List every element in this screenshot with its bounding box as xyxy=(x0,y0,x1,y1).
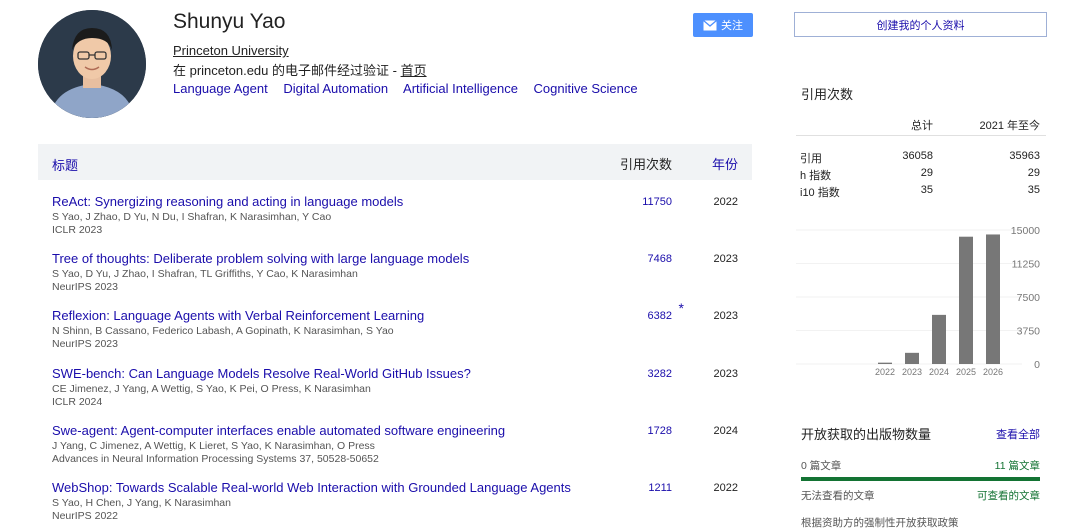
article-authors: N Shinn, B Cassano, Federico Labash, A G… xyxy=(52,325,394,337)
x-tick-label: 2022 xyxy=(875,367,895,377)
funding-mandate-note: 根据资助方的强制性开放获取政策 xyxy=(801,517,959,529)
article-authors: S Yao, H Chen, J Yang, K Narasimhan xyxy=(52,497,231,509)
unavailable-count[interactable]: 0 篇文章 xyxy=(801,458,841,473)
view-all-link[interactable]: 查看全部 xyxy=(996,426,1040,442)
article-venue: NeurIPS 2023 xyxy=(52,281,118,293)
interest-language-agent[interactable]: Language Agent xyxy=(173,81,268,96)
unavailable-label: 无法查看的文章 xyxy=(801,490,875,502)
article-cites-link[interactable]: 1728 xyxy=(648,425,672,437)
article-venue: Advances in Neural Information Processin… xyxy=(52,453,379,465)
metric-all: 29 xyxy=(920,167,933,179)
table-row: Swe-agent: Agent-computer interfaces ena… xyxy=(38,423,752,480)
metric-all: 35 xyxy=(920,184,933,196)
article-title-link[interactable]: SWE-bench: Can Language Models Resolve R… xyxy=(52,366,471,381)
follow-label: 关注 xyxy=(721,20,743,32)
article-year: 2024 xyxy=(713,425,738,437)
create-profile-button[interactable]: 创建我的个人资料 xyxy=(794,12,1047,37)
interest-digital-automation[interactable]: Digital Automation xyxy=(283,81,388,96)
x-tick-label: 2024 xyxy=(929,367,949,377)
table-row: WebShop: Towards Scalable Real-world Web… xyxy=(38,480,752,529)
col-all-header: 总计 xyxy=(911,120,933,132)
x-tick-label: 2026 xyxy=(983,367,1003,377)
metric-since: 29 xyxy=(1027,167,1040,179)
article-title-link[interactable]: WebShop: Towards Scalable Real-world Web… xyxy=(52,480,571,495)
citations-chart: 15000 11250 7500 3750 0 2022 2023 2024 2025 2026 xyxy=(796,225,1041,377)
article-venue: ICLR 2023 xyxy=(52,224,103,236)
table-row: h 指数 29 29 xyxy=(796,164,1046,182)
article-authors: S Yao, D Yu, J Zhao, I Shafran, TL Griff… xyxy=(52,268,358,280)
article-year: 2023 xyxy=(713,253,738,265)
article-venue: ICLR 2024 xyxy=(52,396,103,408)
article-authors: J Yang, C Jimenez, A Wettig, K Lieret, S… xyxy=(52,440,375,452)
article-year: 2022 xyxy=(713,482,738,494)
available-label: 可查看的文章 xyxy=(977,490,1040,502)
article-year: 2022 xyxy=(713,196,738,208)
merged-citations-star[interactable]: * xyxy=(679,300,684,316)
cited-by-header: 总计 2021 年至今 xyxy=(796,110,1046,136)
article-cites-link[interactable]: 6382 xyxy=(648,310,672,322)
profile-name: Shunyu Yao xyxy=(173,10,286,33)
article-title-link[interactable]: Tree of thoughts: Deliberate problem sol… xyxy=(52,251,469,266)
mail-icon xyxy=(703,19,717,30)
open-access-bar-fill xyxy=(801,477,1040,481)
bar-2023[interactable] xyxy=(905,352,919,364)
y-tick-label: 15000 xyxy=(1011,225,1040,237)
article-authors: CE Jimenez, J Yang, A Wettig, S Yao, K P… xyxy=(52,383,371,395)
interest-cognitive-science[interactable]: Cognitive Science xyxy=(534,81,638,96)
affiliation-link[interactable]: Princeton University xyxy=(173,43,289,58)
article-cites-link[interactable]: 1211 xyxy=(648,482,672,494)
interest-artificial-intelligence[interactable]: Artificial Intelligence xyxy=(403,81,518,96)
open-access-counts: 0 篇文章 11 篇文章 xyxy=(801,458,1040,472)
article-year: 2023 xyxy=(713,368,738,380)
article-cites-link[interactable]: 11750 xyxy=(642,196,672,208)
bar-2024[interactable] xyxy=(932,314,946,364)
x-tick-label: 2025 xyxy=(956,367,976,377)
article-authors: S Yao, J Zhao, D Yu, N Du, I Shafran, K … xyxy=(52,211,332,223)
metric-label: i10 指数 xyxy=(800,187,840,199)
article-venue: NeurIPS 2023 xyxy=(52,338,118,350)
open-access-labels: 无法查看的文章 可查看的文章 xyxy=(801,488,1040,502)
cites-column-header: 引用次数 xyxy=(619,157,672,172)
col-since-header: 2021 年至今 xyxy=(979,120,1040,132)
open-access-title: 开放获取的出版物数量 xyxy=(801,427,932,442)
table-row: i10 指数 35 35 xyxy=(796,181,1046,199)
article-title-link[interactable]: Swe-agent: Agent-computer interfaces ena… xyxy=(52,423,505,438)
table-row: Tree of thoughts: Deliberate problem sol… xyxy=(38,251,752,308)
bar-2025[interactable] xyxy=(959,236,973,364)
y-tick-label: 7500 xyxy=(1017,292,1041,304)
verified-text: 在 princeton.edu 的电子邮件经过验证 - xyxy=(173,63,401,78)
table-row: 引用 36058 35963 xyxy=(796,147,1046,165)
avatar xyxy=(38,10,146,118)
sort-by-title[interactable]: 标题 xyxy=(52,155,78,174)
y-tick-label: 3750 xyxy=(1017,326,1041,338)
article-cites-link[interactable]: 7468 xyxy=(648,253,672,265)
research-interests: Language Agent Digital Automation Artifi… xyxy=(173,81,650,96)
metric-all: 36058 xyxy=(902,150,933,162)
article-title-link[interactable]: ReAct: Synergizing reasoning and acting … xyxy=(52,194,403,209)
metric-since: 35963 xyxy=(1009,150,1040,162)
y-tick-label: 11250 xyxy=(1012,259,1041,271)
cited-by-title: 引用次数 xyxy=(801,87,854,102)
available-count[interactable]: 11 篇文章 xyxy=(995,458,1040,473)
follow-button[interactable]: 关注 xyxy=(693,13,753,37)
table-row: SWE-bench: Can Language Models Resolve R… xyxy=(38,366,752,423)
table-row: ReAct: Synergizing reasoning and acting … xyxy=(38,194,752,251)
article-venue: NeurIPS 2022 xyxy=(52,510,118,522)
article-title-link[interactable]: Reflexion: Language Agents with Verbal R… xyxy=(52,308,424,323)
sort-by-year[interactable]: 年份 xyxy=(712,154,738,173)
bar-2022[interactable] xyxy=(878,362,892,364)
articles-table-header: 标题 引用次数 年份 xyxy=(38,144,752,180)
metric-since: 35 xyxy=(1027,184,1040,196)
article-cites-link[interactable]: 3282 xyxy=(648,368,672,380)
table-row: Reflexion: Language Agents with Verbal R… xyxy=(38,300,752,365)
article-year: 2023 xyxy=(713,310,738,322)
bar-2026[interactable] xyxy=(986,234,1000,364)
verified-email: 在 princeton.edu 的电子邮件经过验证 - 首页 xyxy=(173,60,427,79)
cited-by-table: 总计 2021 年至今 引用 36058 35963 h 指数 29 29 i1… xyxy=(796,110,1046,199)
y-tick-label: 0 xyxy=(1034,359,1040,371)
x-tick-label: 2023 xyxy=(902,367,922,377)
open-access-bar xyxy=(801,477,1040,481)
homepage-link[interactable]: 首页 xyxy=(401,63,427,78)
